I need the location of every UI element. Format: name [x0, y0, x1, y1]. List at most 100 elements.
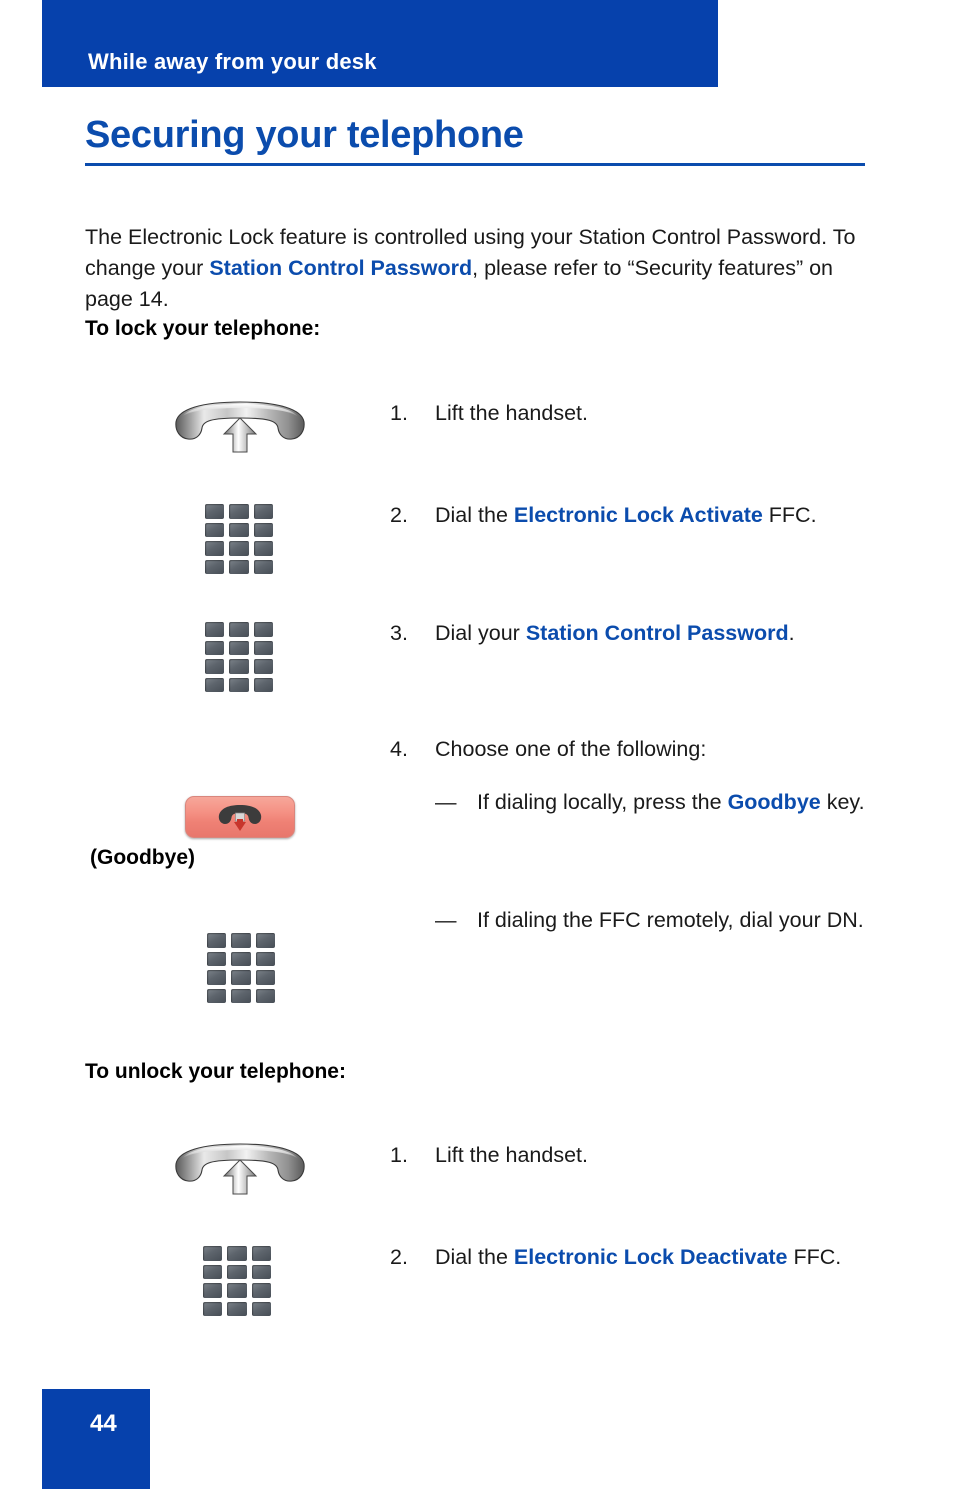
step-row-lock-4: 4. Choose one of the following: [85, 734, 885, 774]
step-icon-cell: (Goodbye) [85, 787, 345, 897]
keypad-key [205, 622, 225, 637]
step-emphasis-electronic-lock-deactivate: Electronic Lock Deactivate [513, 1245, 788, 1269]
step-text: Choose one of the following: [435, 734, 875, 765]
substep-row-lock-a: (Goodbye) — If dialing locally, press th… [85, 787, 885, 897]
step-text-before: Dial your [435, 621, 526, 645]
substep-row-lock-b: — If dialing the FFC remotely, dial your… [85, 905, 885, 1005]
keypad-key [229, 677, 249, 692]
keypad-key [229, 541, 249, 556]
keypad-key [251, 1246, 271, 1261]
keypad-key [205, 640, 225, 655]
keypad-key [227, 1283, 247, 1298]
keypad-key [253, 541, 273, 556]
keypad-key [205, 559, 225, 574]
keypad-key [253, 622, 273, 637]
step-text: Dial the Electronic Lock Activate FFC. [435, 500, 875, 531]
keypad-key [227, 1264, 247, 1279]
keypad-key [203, 1301, 223, 1316]
keypad-key [229, 659, 249, 674]
step-text: Dial the Electronic Lock Deactivate FFC. [435, 1242, 855, 1273]
running-header-text: While away from your desk [88, 49, 377, 74]
step-text-before: Lift the handset. [435, 401, 588, 425]
title-underline-rule [85, 163, 865, 166]
keypad-key [207, 933, 227, 948]
handset-lift-icon [172, 400, 308, 460]
page-number: 44 [90, 1410, 117, 1437]
keypad-key [229, 504, 249, 519]
step-text-before: Choose one of the following: [435, 737, 707, 761]
keypad-key [253, 559, 273, 574]
keypad-key [203, 1264, 223, 1279]
keypad-key [229, 622, 249, 637]
step-number: 3. [390, 621, 408, 645]
substep-text: If dialing the FFC remotely, dial your D… [477, 905, 887, 936]
step-icon-cell [85, 398, 345, 468]
keypad-key [255, 951, 275, 966]
substep-text-after: key. [820, 790, 865, 814]
keypad-key [255, 988, 275, 1003]
keypad-key [203, 1246, 223, 1261]
keypad-key [205, 541, 225, 556]
step-row-lock-3: 3. Dial your Station Control Password. [85, 618, 885, 693]
keypad-icon [203, 1246, 271, 1316]
keypad-key [207, 951, 227, 966]
keypad-key [231, 970, 251, 985]
keypad-key [253, 640, 273, 655]
goodbye-key-icon[interactable] [185, 796, 295, 838]
section-heading-to-lock: To lock your telephone: [85, 317, 321, 340]
keypad-key [227, 1246, 247, 1261]
step-text-after: FFC. [762, 503, 817, 527]
intro-emphasis-station-control-password: Station Control Password [209, 255, 473, 280]
step-text: Lift the handset. [435, 1140, 875, 1171]
step-row-lock-2: 2. Dial the Electronic Lock Activate FFC… [85, 500, 885, 575]
keypad-key [205, 504, 225, 519]
keypad-key [253, 677, 273, 692]
goodbye-key-label: (Goodbye) [90, 846, 195, 869]
keypad-key [207, 970, 227, 985]
step-number: 1. [390, 401, 408, 425]
keypad-key [231, 933, 251, 948]
step-row-unlock-2: 2. Dial the Electronic Lock Deactivate F… [85, 1242, 885, 1332]
keypad-key [229, 522, 249, 537]
step-number: 1. [390, 1143, 408, 1167]
step-icon-cell [85, 905, 345, 1005]
handset-lift-icon [172, 1142, 308, 1202]
step-number: 4. [390, 737, 408, 761]
keypad-key [205, 677, 225, 692]
running-header-band: While away from your desk [42, 0, 718, 87]
keypad-icon [205, 622, 273, 692]
step-icon-cell [85, 1242, 345, 1332]
step-text-before: Lift the handset. [435, 1143, 588, 1167]
step-row-unlock-1: 1. Lift the handset. [85, 1140, 885, 1210]
keypad-key [255, 970, 275, 985]
keypad-key [253, 522, 273, 537]
keypad-key [207, 988, 227, 1003]
keypad-key [231, 951, 251, 966]
keypad-key [229, 640, 249, 655]
keypad-key [227, 1301, 247, 1316]
section-heading-to-unlock: To unlock your telephone: [85, 1060, 346, 1083]
step-text-after: FFC. [787, 1245, 842, 1269]
step-icon-cell [85, 1140, 345, 1210]
step-text: Dial your Station Control Password. [435, 618, 875, 649]
keypad-key [229, 559, 249, 574]
keypad-key [251, 1264, 271, 1279]
footer-page-number-box: 44 [42, 1389, 150, 1489]
keypad-key [251, 1283, 271, 1298]
step-text-before: Dial the [435, 503, 514, 527]
step-icon-cell [85, 618, 345, 693]
page-title: Securing your telephone [85, 114, 524, 156]
step-icon-cell [85, 500, 345, 575]
step-emphasis-electronic-lock-activate: Electronic Lock Activate [513, 503, 763, 527]
keypad-key [253, 659, 273, 674]
keypad-key [205, 659, 225, 674]
keypad-key [205, 522, 225, 537]
step-text-after: . [788, 621, 795, 645]
keypad-key [251, 1301, 271, 1316]
step-emphasis-station-control-password: Station Control Password [525, 621, 789, 645]
substep-dash: — [435, 790, 457, 814]
step-row-lock-1: 1. Lift the handset. [85, 398, 885, 468]
substep-text: If dialing locally, press the Goodbye ke… [477, 787, 887, 818]
keypad-key [231, 988, 251, 1003]
step-number: 2. [390, 503, 408, 527]
